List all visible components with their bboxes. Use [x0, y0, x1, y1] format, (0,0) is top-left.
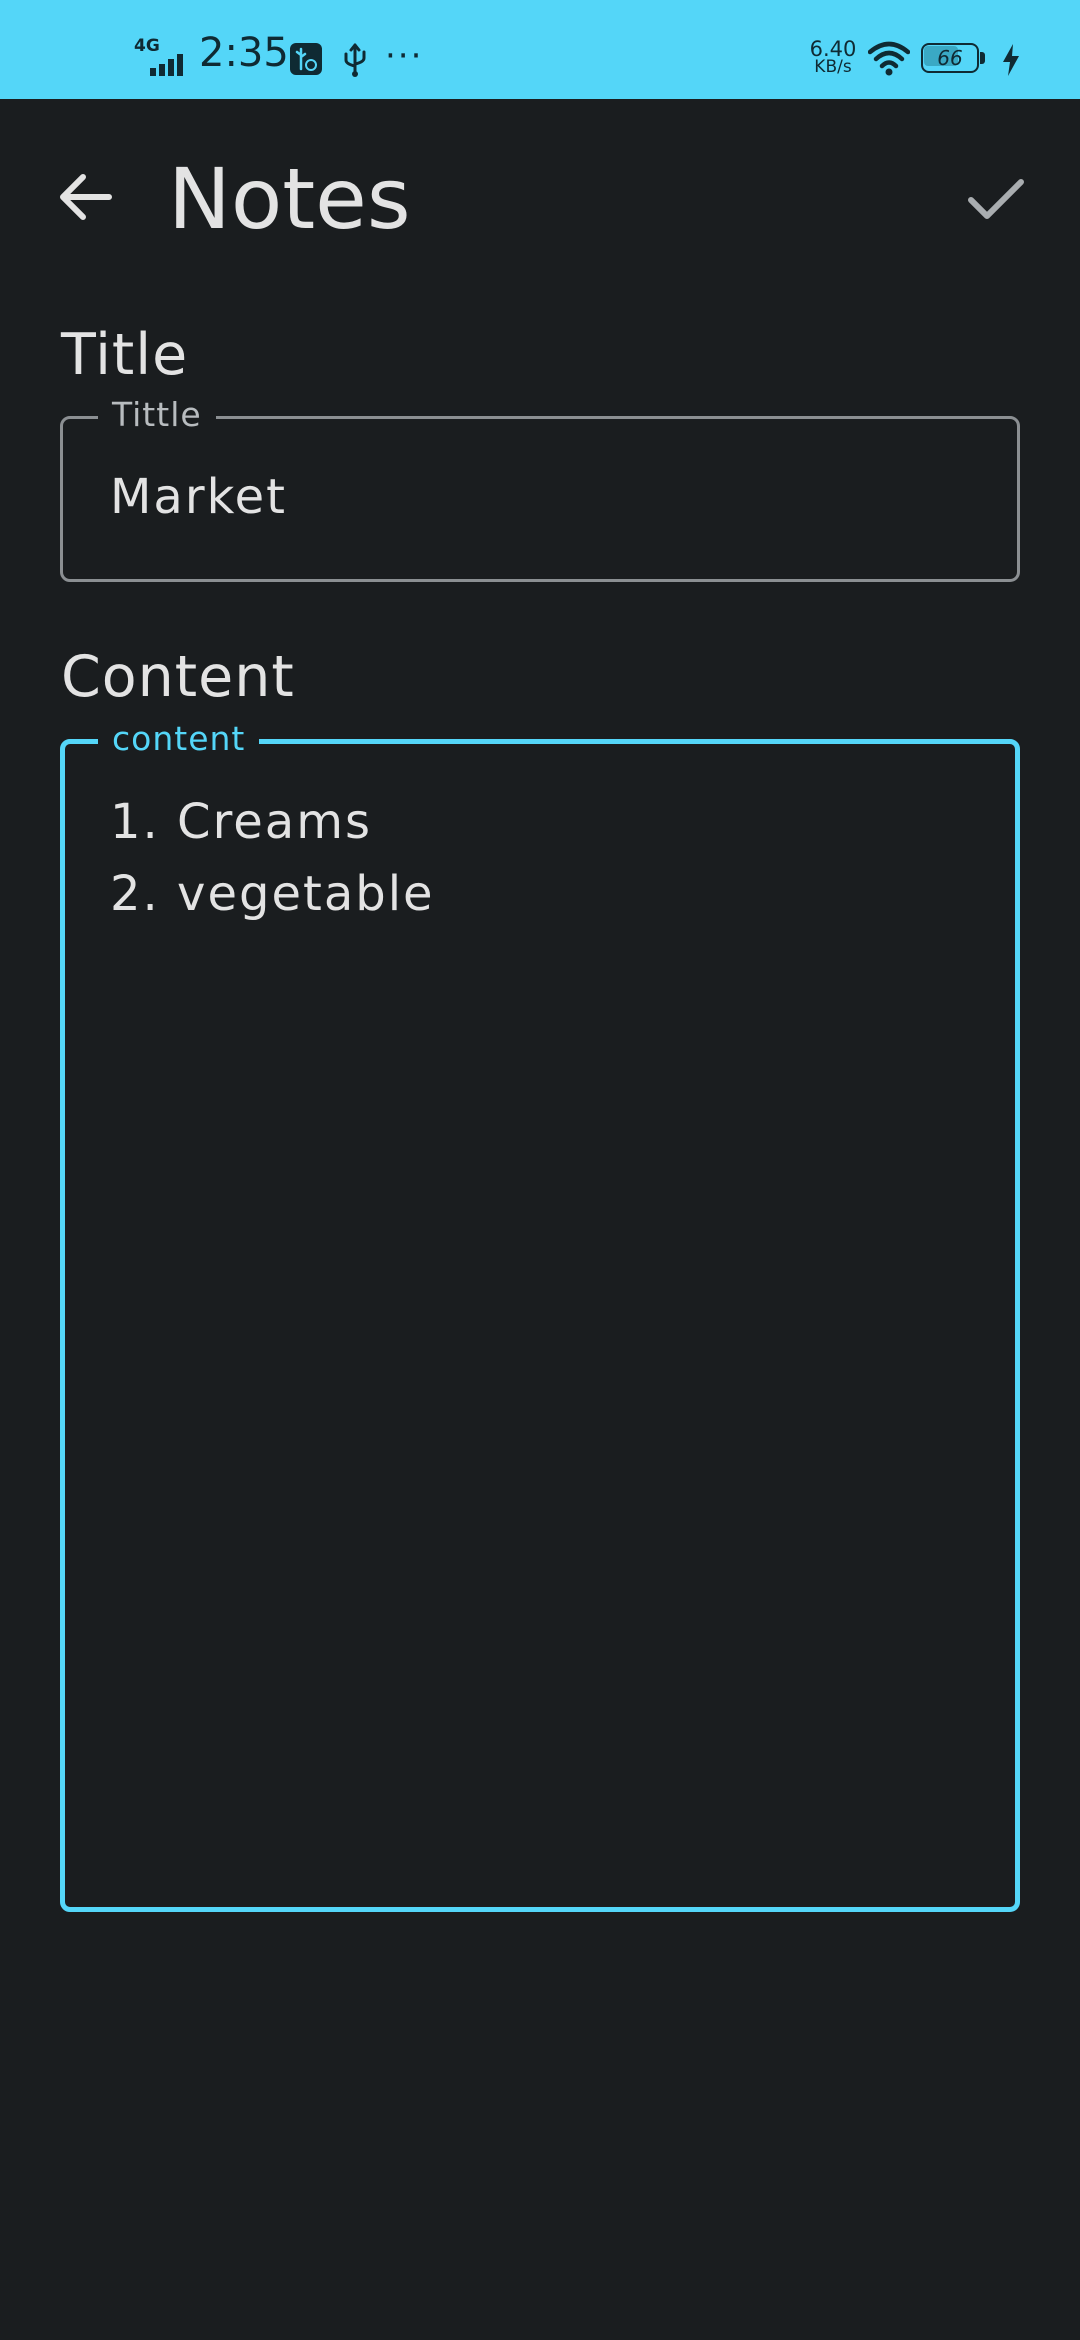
content-line: 1. Creams	[110, 794, 372, 850]
title-heading: Title	[61, 322, 189, 388]
title-field[interactable]: Tittle Market	[60, 395, 1020, 582]
content-field-label: content	[98, 719, 260, 759]
charging-icon	[1000, 42, 1022, 78]
back-button[interactable]	[40, 157, 130, 237]
arrow-left-icon	[60, 174, 112, 220]
battery-icon: 66	[921, 43, 987, 75]
page-title: Notes	[168, 150, 411, 248]
network-speed-unit: KB/s	[814, 57, 852, 77]
content-text[interactable]: 1. Creams 2. vegetable	[110, 786, 435, 930]
title-field-label: Tittle	[98, 395, 216, 435]
status-time: 2:35	[199, 30, 289, 76]
check-icon	[968, 179, 1024, 219]
wifi-icon	[867, 40, 911, 76]
app-bar: Notes	[0, 99, 1080, 299]
title-field-value[interactable]: Market	[110, 469, 287, 525]
battery-level: 66	[937, 46, 963, 70]
content-line: 2. vegetable	[110, 866, 435, 922]
network-speed-value: 6.40	[809, 37, 857, 61]
usb-icon	[340, 42, 370, 78]
signal-icon: 4G	[134, 38, 190, 78]
content-heading: Content	[61, 644, 295, 710]
save-button[interactable]	[950, 159, 1042, 241]
content-field[interactable]: content 1. Creams 2. vegetable	[60, 719, 1020, 1912]
network-speed: 6.40 KB/s	[808, 39, 858, 76]
status-bar: 4G 2:35 ··· 6.40 KB/s 66	[0, 0, 1080, 99]
more-notifications-icon: ···	[385, 36, 424, 76]
usb-debugging-icon	[290, 43, 322, 75]
